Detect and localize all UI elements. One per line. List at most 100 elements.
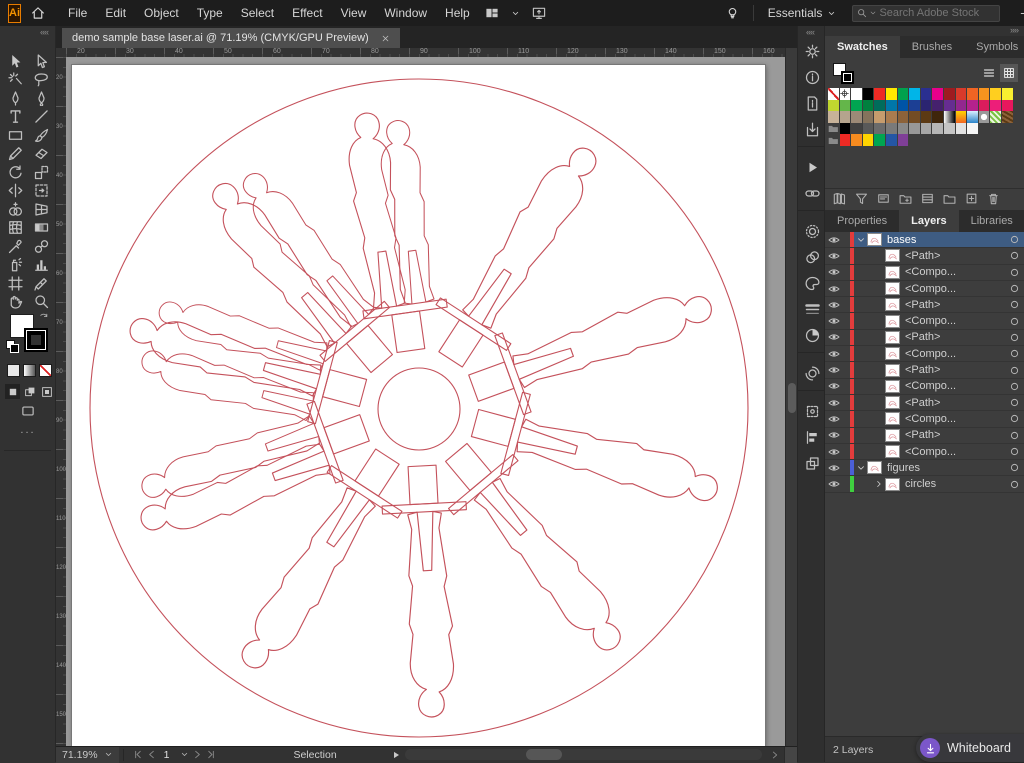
tool-artboard[interactable]: [2, 274, 28, 293]
layer-row-figures[interactable]: figures: [825, 460, 1024, 477]
swatch[interactable]: [874, 111, 886, 123]
appearance-icon[interactable]: [798, 360, 826, 386]
tool-rotate[interactable]: [2, 163, 28, 182]
zoom-level-dropdown[interactable]: 71.19%: [56, 746, 119, 763]
tool-paintbrush[interactable]: [28, 126, 54, 145]
swatch[interactable]: [885, 134, 898, 146]
layer-name[interactable]: <Compo...: [905, 446, 1004, 458]
expand-dock-icon[interactable]: ««: [806, 27, 815, 37]
color-group-folder[interactable]: [828, 122, 840, 135]
minimize-button[interactable]: [1010, 1, 1024, 25]
swatch[interactable]: [851, 99, 863, 112]
layer-thumbnail[interactable]: [885, 363, 900, 377]
swatch[interactable]: [920, 99, 933, 112]
target-circle-icon[interactable]: [1004, 299, 1024, 310]
swatch[interactable]: [920, 111, 933, 123]
layer-row-path[interactable]: <Path>: [825, 427, 1024, 444]
collapse-toolbar-icon[interactable]: ««: [40, 27, 49, 37]
target-circle-icon[interactable]: [1004, 316, 1024, 327]
layer-name[interactable]: <Compo...: [905, 315, 1004, 327]
stroke-swatch[interactable]: [24, 328, 48, 352]
swatch-grad-sun[interactable]: [955, 111, 968, 123]
draw-behind-icon[interactable]: [22, 384, 37, 399]
swatch[interactable]: [874, 88, 886, 100]
swatch[interactable]: [851, 111, 863, 123]
canvas-area[interactable]: [66, 57, 785, 746]
tool-pencil[interactable]: [2, 145, 28, 164]
chevron-right-icon[interactable]: [872, 479, 885, 489]
swatch[interactable]: [967, 88, 979, 100]
layer-thumbnail[interactable]: [885, 428, 900, 442]
pattern-icon[interactable]: [798, 398, 826, 424]
swatch-registration[interactable]: [839, 88, 852, 100]
visibility-eye-icon[interactable]: [825, 234, 842, 246]
swatch[interactable]: [990, 99, 1002, 112]
layer-name[interactable]: figures: [887, 462, 1004, 474]
tab-properties[interactable]: Properties: [825, 210, 899, 232]
swatch-none[interactable]: [828, 88, 840, 100]
visibility-eye-icon[interactable]: [825, 397, 842, 409]
layer-thumbnail[interactable]: [885, 249, 900, 263]
layer-row-body[interactable]: <Path>: [854, 330, 1024, 345]
tool-graph[interactable]: [28, 256, 54, 275]
transform-icon[interactable]: [798, 450, 826, 476]
menu-effect[interactable]: Effect: [283, 2, 331, 24]
visibility-eye-icon[interactable]: [825, 315, 842, 327]
visibility-eye-icon[interactable]: [825, 283, 842, 295]
layer-row-body[interactable]: bases: [854, 232, 1024, 248]
target-circle-icon[interactable]: [1004, 365, 1024, 376]
info-icon[interactable]: [798, 64, 826, 90]
swatch[interactable]: [839, 122, 852, 135]
horizontal-ruler[interactable]: 20 30 40 50 60 70 80 90 100 110 120 130 140 150 160: [66, 48, 785, 57]
swatch[interactable]: [897, 88, 910, 100]
layer-name[interactable]: <Compo...: [905, 348, 1004, 360]
document-tab[interactable]: demo sample base laser.ai @ 71.19% (CMYK…: [62, 28, 400, 48]
swatch[interactable]: [897, 99, 910, 112]
arrange-documents-icon[interactable]: [479, 6, 505, 20]
visibility-eye-icon[interactable]: [825, 380, 842, 392]
swatch[interactable]: [909, 88, 921, 100]
menu-select[interactable]: Select: [232, 2, 283, 24]
draw-inside-icon[interactable]: [39, 384, 54, 399]
visibility-eye-icon[interactable]: [825, 429, 842, 441]
visibility-eye-icon[interactable]: [825, 348, 842, 360]
edit-toolbar-button[interactable]: ...: [0, 424, 56, 436]
play-icon[interactable]: [798, 154, 826, 180]
swatch[interactable]: [851, 122, 863, 135]
swatch[interactable]: [874, 134, 886, 146]
layer-row-compo[interactable]: <Compo...: [825, 411, 1024, 428]
swatch[interactable]: [851, 88, 863, 100]
chevron-down-icon[interactable]: [854, 463, 867, 473]
last-artboard-button[interactable]: [206, 749, 217, 760]
swatch[interactable]: [955, 99, 968, 112]
swatch[interactable]: [955, 122, 968, 135]
tool-perspective-grid[interactable]: [28, 200, 54, 219]
tool-line[interactable]: [28, 108, 54, 127]
vertical-scrollbar[interactable]: [785, 48, 797, 746]
horizontal-scrollbar-thumb[interactable]: [526, 749, 563, 760]
new-folder-icon[interactable]: [943, 192, 956, 205]
gradient-panel-icon[interactable]: [798, 322, 826, 348]
target-circle-icon[interactable]: [1004, 397, 1024, 408]
stroke-panel-icon[interactable]: [798, 296, 826, 322]
visibility-eye-icon[interactable]: [825, 299, 842, 311]
layer-row-path[interactable]: <Path>: [825, 362, 1024, 379]
layer-name[interactable]: circles: [905, 478, 1004, 490]
tool-free-transform[interactable]: [28, 182, 54, 201]
swatch[interactable]: [943, 99, 956, 112]
swatch[interactable]: [1001, 99, 1014, 112]
menu-view[interactable]: View: [332, 2, 376, 24]
vertical-scrollbar-thumb[interactable]: [788, 383, 796, 413]
layer-name[interactable]: <Path>: [905, 250, 1004, 262]
layer-row-compo[interactable]: <Compo...: [825, 264, 1024, 281]
layer-row-body[interactable]: <Path>: [854, 362, 1024, 377]
layer-row-body[interactable]: <Compo...: [854, 346, 1024, 361]
artboard[interactable]: [71, 64, 766, 746]
target-circle-icon[interactable]: [1004, 332, 1024, 343]
target-circle-icon[interactable]: [1004, 267, 1024, 278]
swatch[interactable]: [862, 122, 875, 135]
visibility-eye-icon[interactable]: [825, 478, 842, 490]
swatch-grad-bw[interactable]: [943, 111, 956, 123]
layer-name[interactable]: bases: [887, 234, 1004, 246]
menu-file[interactable]: File: [59, 2, 96, 24]
